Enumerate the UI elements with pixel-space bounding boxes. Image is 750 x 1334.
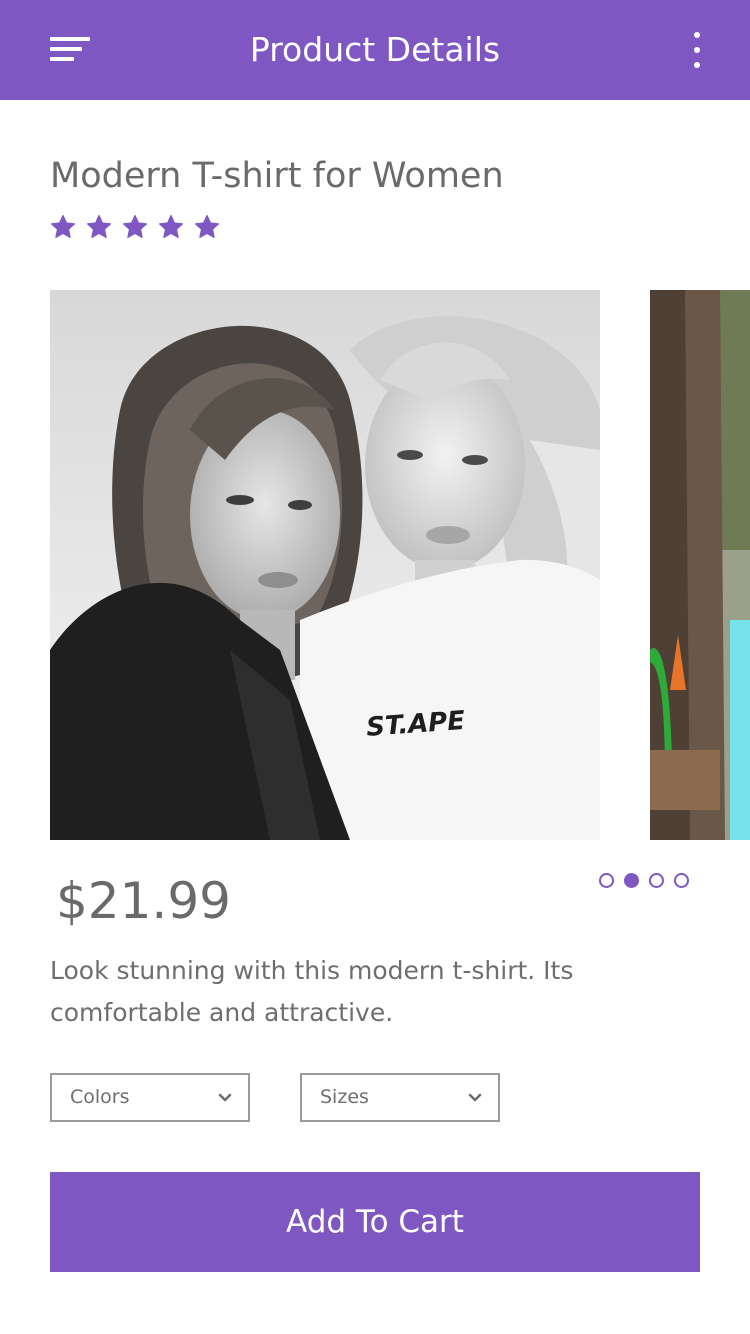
product-image-carousel[interactable]: ST.APE (50, 290, 750, 840)
more-vertical-icon[interactable] (690, 32, 704, 70)
carousel-dot[interactable] (649, 873, 664, 888)
chevron-down-icon (218, 1093, 232, 1102)
product-image: ST.APE (50, 290, 600, 840)
colors-dropdown[interactable]: Colors (50, 1073, 250, 1122)
star-icon (50, 214, 76, 240)
colors-dropdown-label: Colors (70, 1086, 130, 1108)
product-details-screen: Product Details Modern T-shirt for Women (0, 0, 750, 1334)
star-icon (86, 214, 112, 240)
carousel-dot[interactable] (674, 873, 689, 888)
app-header: Product Details (0, 0, 750, 100)
page-title: Product Details (249, 30, 501, 69)
next-product-image-preview[interactable] (650, 290, 750, 840)
carousel-dot[interactable] (624, 873, 639, 888)
add-to-cart-button[interactable]: Add To Cart (50, 1172, 700, 1272)
hamburger-menu-icon[interactable] (50, 37, 90, 63)
sizes-dropdown[interactable]: Sizes (300, 1073, 500, 1122)
product-title: Modern T-shirt for Women (50, 156, 504, 196)
sizes-dropdown-label: Sizes (320, 1086, 369, 1108)
carousel-dot[interactable] (599, 873, 614, 888)
star-icon (194, 214, 220, 240)
star-icon (122, 214, 148, 240)
chevron-down-icon (468, 1093, 482, 1102)
carousel-pagination (599, 873, 699, 889)
star-icon (158, 214, 184, 240)
product-price: $21.99 (56, 872, 231, 930)
product-description: Look stunning with this modern t-shirt. … (50, 956, 574, 1027)
